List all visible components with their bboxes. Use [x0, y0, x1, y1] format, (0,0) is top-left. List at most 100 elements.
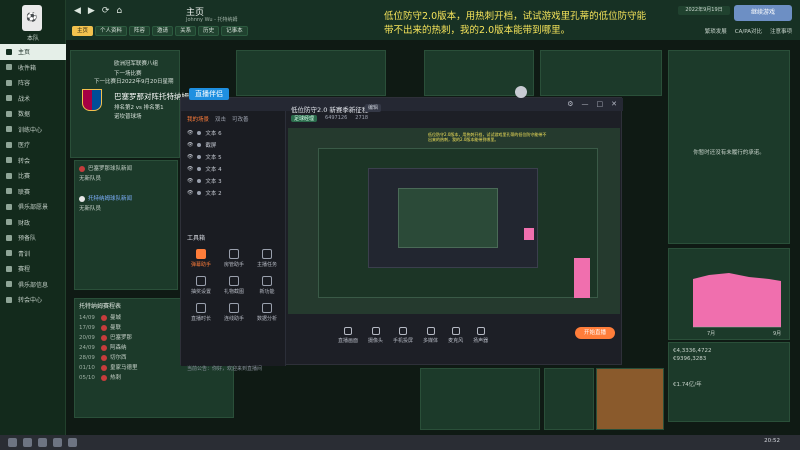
sidebar-item[interactable]: 阵容 [0, 75, 66, 91]
visibility-icon[interactable]: 👁 [187, 190, 193, 196]
stream-control-button[interactable]: 多媒体 [423, 326, 438, 344]
sidebar-item[interactable]: 俱乐部愿景 [0, 199, 66, 215]
sidebar-item[interactable]: 转会中心 [0, 292, 66, 308]
tool-button[interactable]: 新功能 [253, 276, 281, 295]
fixture-date: 28/09 [79, 355, 95, 361]
page-tab[interactable]: 阵容 [129, 26, 151, 36]
right-tab[interactable]: 注意事项 [770, 27, 792, 35]
stream-control-button[interactable]: 直播画面 [338, 326, 359, 344]
nav-icon [6, 219, 12, 226]
stream-control-button[interactable]: 扬声器 [473, 326, 488, 344]
club-crest-icon[interactable]: ⚽ [22, 5, 42, 31]
sidebar-item[interactable]: 医疗 [0, 137, 66, 153]
start-icon[interactable] [8, 438, 17, 447]
sidebar-item[interactable]: 转会 [0, 153, 66, 169]
sidebar-item[interactable]: 赛程 [0, 261, 66, 277]
sidebar-item-label: 战术 [18, 95, 31, 103]
visibility-icon[interactable]: 👁 [187, 142, 193, 148]
scene-layer[interactable]: 👁 文本 5 [181, 151, 285, 163]
stream-control-button[interactable]: 摄像头 [368, 326, 383, 344]
sidebar-item-label: 比赛 [18, 173, 31, 181]
app-icon[interactable] [53, 438, 62, 447]
home-icon[interactable]: ⌂ [116, 6, 122, 16]
page-tab[interactable]: 历史 [198, 26, 220, 36]
control-label: 直播画面 [338, 337, 359, 344]
scene-layer[interactable]: 👁 文本 2 [181, 187, 285, 199]
visibility-icon[interactable]: 👁 [187, 166, 193, 172]
fixture-row[interactable]: 05/10 热刺 [75, 372, 233, 382]
minimize-icon[interactable]: — [582, 100, 589, 108]
back-icon[interactable]: ◀ [74, 6, 81, 16]
scene-layer[interactable]: 👁 文本 4 [181, 163, 285, 175]
scene-layer[interactable]: 👁 截屏 [181, 139, 285, 151]
tool-button[interactable]: 数据分析 [253, 303, 281, 322]
tool-button[interactable]: 抽奖设置 [187, 276, 215, 295]
scene-tab[interactable]: 双击 [215, 115, 226, 123]
right-tab[interactable]: CA/PA对比 [735, 27, 762, 35]
avatar[interactable] [515, 86, 527, 98]
visibility-icon[interactable]: 👁 [187, 154, 193, 160]
scene-layer[interactable]: 👁 文本 3 [181, 175, 285, 187]
sidebar-item[interactable]: 联赛 [0, 184, 66, 200]
page-tab[interactable]: 个人资料 [95, 26, 128, 36]
sidebar-item[interactable]: 训练中心 [0, 122, 66, 138]
settings-icon[interactable]: ⚙ [567, 100, 573, 108]
tool-button[interactable]: 主播任务 [253, 249, 281, 268]
sidebar-item[interactable]: 主页 [0, 44, 66, 60]
sidebar-item[interactable]: 收件箱 [0, 60, 66, 76]
stream-app-window: 直播伴侣 ⚙ — □ ✕ 我的场景 双击 可改善 👁 文本 6 👁 截屏 👁 文本 5 👁 文… [180, 86, 623, 372]
category-tag[interactable]: 足球经理 [291, 115, 318, 122]
sidebar-item[interactable]: 数据 [0, 106, 66, 122]
scene-layer[interactable]: 👁 文本 6 [181, 127, 285, 139]
stream-control-button[interactable]: 麦克风 [448, 326, 463, 344]
stream-control-button[interactable]: 手机投屏 [393, 326, 413, 344]
tool-icon [196, 249, 206, 259]
page-tab[interactable]: 关系 [175, 26, 197, 36]
page-tab[interactable]: 邀请 [152, 26, 174, 36]
start-live-button[interactable]: 开始直播 [575, 327, 615, 339]
visibility-icon[interactable]: 👁 [187, 130, 193, 136]
fixture-date: 01/10 [79, 365, 95, 371]
sidebar-item[interactable]: 比赛 [0, 168, 66, 184]
opponent-crest-icon [101, 334, 107, 341]
sidebar-item[interactable]: 财政 [0, 215, 66, 231]
visibility-icon[interactable]: 👁 [187, 178, 193, 184]
tool-label: 数据分析 [256, 316, 277, 322]
sidebar-item[interactable]: 青训 [0, 246, 66, 262]
continue-button[interactable]: 继续游戏 [734, 5, 792, 21]
right-tab[interactable]: 繁琐发展 [705, 27, 727, 35]
standings-panel [236, 50, 386, 96]
fixture-opponent: 曼城 [110, 315, 122, 321]
tool-button[interactable]: 直播时长 [187, 303, 215, 322]
scene-tab[interactable]: 我的场景 [187, 115, 209, 123]
tool-button[interactable]: 弹幕助手 [187, 249, 215, 268]
scene-tab[interactable]: 可改善 [232, 115, 249, 123]
maximize-icon[interactable]: □ [597, 100, 604, 108]
sidebar-item-label: 收件箱 [18, 64, 37, 72]
edit-button[interactable]: 编辑 [365, 104, 382, 112]
tool-button[interactable]: 连线助手 [220, 303, 248, 322]
forward-icon[interactable]: ▶ [88, 6, 95, 16]
news-item[interactable]: 巴塞罗那球队新闻 [88, 166, 132, 172]
page-tab[interactable]: 主页 [72, 26, 94, 36]
sidebar-item[interactable]: 俱乐部信息 [0, 277, 66, 293]
sidebar-item[interactable]: 预备队 [0, 230, 66, 246]
tool-label: 房管助手 [223, 262, 244, 268]
sidebar-item[interactable]: 战术 [0, 91, 66, 107]
tool-icon [262, 276, 272, 286]
close-icon[interactable]: ✕ [611, 100, 617, 108]
history-icon[interactable]: ⟳ [102, 6, 110, 16]
next-match: 欧洲冠军联赛八组 下一场比赛 下一比赛日2022年9月20日星期 巴塞罗那对阵托… [74, 57, 189, 157]
app-icon[interactable] [23, 438, 32, 447]
layer-label: 截屏 [205, 143, 217, 149]
app-icon[interactable] [38, 438, 47, 447]
fixture-date: 17/09 [79, 325, 95, 331]
match-fixture[interactable]: 巴塞罗那对阵托特纳姆 [114, 91, 189, 102]
app-icon[interactable] [68, 438, 77, 447]
tool-button[interactable]: 礼物截图 [220, 276, 248, 295]
page-tab[interactable]: 记事本 [221, 26, 248, 36]
sidebar-nav: 主页收件箱阵容战术数据 训练中心 医疗 转会比赛联赛 俱乐部愿景 财政 预备队 青训 赛程 俱乐部… [0, 44, 66, 308]
tool-icon [196, 276, 206, 286]
news-item[interactable]: 托特纳姆球队新闻 [88, 196, 132, 202]
tool-button[interactable]: 房管助手 [220, 249, 248, 268]
